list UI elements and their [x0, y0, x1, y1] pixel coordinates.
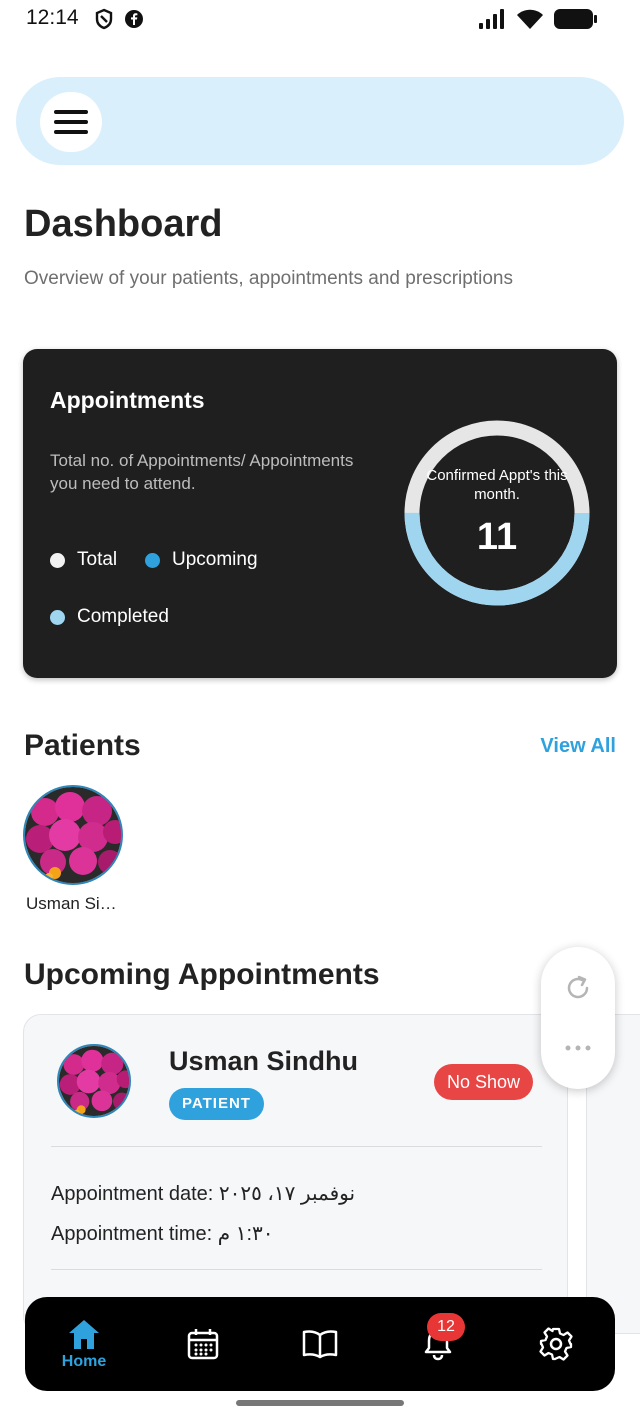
calendar-icon	[187, 1329, 219, 1360]
nav-home[interactable]: Home	[34, 1297, 134, 1391]
appointment-patient-name: Usman Sindhu	[169, 1046, 359, 1076]
appointments-card-description: Total no. of Appointments/ Appointments …	[50, 451, 354, 493]
more-options-icon[interactable]	[563, 1043, 593, 1053]
battery-icon	[554, 9, 597, 29]
floating-actions-panel	[541, 947, 615, 1089]
nav-settings[interactable]	[506, 1297, 606, 1391]
appointments-summary-card: Appointments Total no. of Appointments/ …	[23, 349, 617, 678]
appointment-date-value: نوفمبر ١٧، ٢٠٢٥	[218, 1183, 356, 1205]
home-indicator	[236, 1400, 404, 1406]
patient-role-badge: PATIENT	[169, 1088, 264, 1120]
upcoming-section-title: Upcoming Appointments	[24, 958, 380, 991]
legend-dot	[145, 552, 160, 568]
nav-home-label: Home	[61, 1353, 107, 1370]
patient-avatar[interactable]	[23, 785, 123, 885]
patient-photo	[25, 787, 121, 883]
wifi-icon	[517, 9, 543, 29]
legend-label: Completed	[77, 606, 169, 627]
refresh-icon[interactable]	[563, 973, 593, 1003]
top-app-bar	[16, 77, 624, 165]
book-icon	[302, 1330, 338, 1359]
appointment-status-badge: No Show	[434, 1064, 534, 1100]
legend-label: Upcoming	[172, 549, 258, 570]
signal-icon	[479, 9, 504, 29]
legend-dot	[50, 609, 65, 625]
upcoming-appointment-card[interactable]: Usman Sindhu PATIENT No Show Appointment…	[23, 1014, 568, 1334]
status-bar: 12:14	[0, 0, 640, 40]
view-all-patients-link[interactable]: View All	[540, 735, 616, 758]
patients-section-title: Patients	[24, 729, 141, 762]
nav-notifications[interactable]	[388, 1297, 488, 1391]
nav-library[interactable]	[270, 1297, 370, 1391]
appointments-ring-chart	[404, 420, 590, 606]
appointment-time-value: ١:٣٠ م	[217, 1223, 274, 1245]
bottom-navigation: Home 12	[25, 1297, 615, 1391]
page-title: Dashboard	[24, 203, 223, 245]
shield-icon	[95, 8, 113, 30]
divider	[51, 1146, 542, 1147]
divider	[51, 1269, 542, 1270]
patient-name: Usman Si…	[26, 894, 117, 913]
notification-count-badge: 12	[427, 1313, 465, 1341]
legend-item-total: Total	[50, 549, 117, 571]
ring-label: Confirmed Appt's this month.	[426, 467, 568, 503]
appointment-time-row: Appointment time: ١:٣٠ م	[51, 1221, 274, 1246]
patient-photo	[59, 1046, 129, 1116]
status-time: 12:14	[26, 6, 79, 29]
nav-calendar[interactable]	[153, 1297, 253, 1391]
home-icon	[69, 1320, 99, 1349]
legend-item-upcoming: Upcoming	[145, 549, 258, 571]
page-subtitle: Overview of your patients, appointments …	[24, 268, 513, 289]
hamburger-menu-icon	[54, 110, 88, 134]
menu-button[interactable]	[40, 92, 102, 152]
legend-item-completed: Completed	[50, 606, 169, 628]
gear-icon	[539, 1327, 573, 1361]
legend-label: Total	[77, 549, 118, 570]
appointment-date-label: Appointment date:	[51, 1183, 214, 1205]
appointment-patient-avatar	[57, 1044, 131, 1118]
ring-value: 11	[476, 516, 518, 558]
appointment-time-label: Appointment time:	[51, 1223, 213, 1245]
appointments-card-title: Appointments	[50, 387, 205, 413]
facebook-icon	[125, 10, 143, 28]
legend-dot	[50, 552, 65, 568]
appointment-date-row: Appointment date: نوفمبر ١٧، ٢٠٢٥	[51, 1181, 355, 1206]
